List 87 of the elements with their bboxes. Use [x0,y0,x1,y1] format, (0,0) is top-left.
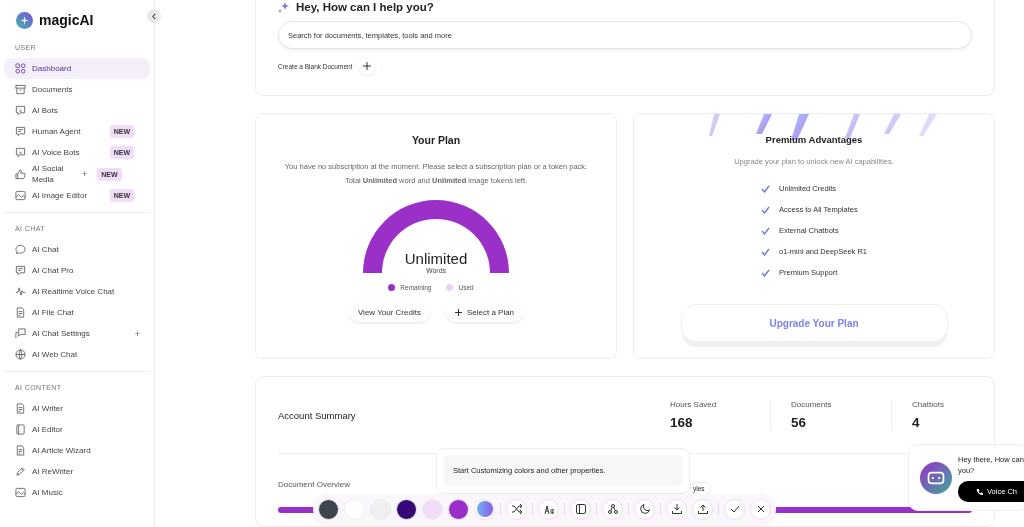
sidebar-item[interactable]: AI Writer [4,398,150,419]
plus-icon [454,309,462,316]
file-icon [15,445,26,456]
book-icon [15,424,26,435]
settings-icon [15,328,26,339]
font-icon [543,504,554,514]
message-icon [15,126,26,137]
sidebar-item[interactable]: Documents [4,79,150,100]
file-icon [15,403,26,414]
logo-icon [16,11,33,29]
check-icon [761,205,770,214]
check-icon [761,226,770,235]
hero-title: Hey, How can I help you? [296,1,434,13]
close-button[interactable] [750,498,771,520]
overview-title: Document Overview [278,480,351,489]
expand-toggle[interactable]: + [134,328,140,339]
check-icon [761,184,770,193]
color-swatch[interactable] [396,498,417,520]
nodes-button[interactable] [602,498,623,520]
gradient-button[interactable] [474,498,495,520]
sidebar-item[interactable]: AI Bots [4,100,150,121]
gradient-icon [476,501,493,517]
stat-value: 56 [791,415,808,430]
stat-label: Hours Saved [670,400,718,409]
sidebar-item[interactable]: AI Chat Pro [4,260,150,281]
collapse-button[interactable] [147,9,161,23]
bot-avatar-icon [920,461,952,494]
upload-icon [697,504,708,514]
chat-icon [15,244,26,255]
brand-name: magicAI [39,12,94,28]
color-swatch[interactable] [422,498,443,520]
check-button[interactable] [724,498,745,520]
message-icon [15,265,26,276]
sidebar-item[interactable]: AI Article Wizard [4,440,150,461]
sidebar-item[interactable]: AI Web Chat [4,344,150,365]
color-swatch[interactable] [448,498,469,520]
card-title: Premium Advantages [765,134,863,145]
moon-icon [639,504,650,514]
download-button[interactable] [666,498,687,520]
moon-button[interactable] [634,498,655,520]
stat-label: Chatbots [912,400,946,409]
image-icon [15,487,26,498]
bot-icon [15,147,26,158]
sidebar-item[interactable]: AI ReWriter [4,461,150,482]
stat-value: 4 [912,415,921,430]
check-icon [729,505,740,513]
gauge-value: Unlimited [404,250,468,267]
sidebar-icon [575,504,586,514]
sidebar-item[interactable]: AI File Chat [4,302,150,323]
nodes-icon [607,504,618,514]
shuffle-button[interactable] [506,498,527,520]
wave-icon [15,286,26,297]
sidebar-item[interactable]: AI Editor [4,419,150,440]
card-title: Your Plan [411,134,461,146]
color-swatch[interactable] [318,498,339,520]
globe-icon [15,349,26,360]
plan-button[interactable]: Select a Plan [445,303,524,322]
card-title: Account Summary [278,409,357,421]
plus-icon [363,62,372,70]
file-icon [15,307,26,318]
panel-button[interactable] [570,498,591,520]
chevron-left-icon [150,12,158,20]
sidebar-item[interactable]: Dashboard [4,58,150,79]
sidebar-item[interactable]: AI Realtime Voice Chat [4,281,150,302]
sidebar-item[interactable]: AI Chat [4,239,150,260]
sparkle-icon [278,1,290,13]
stat-value: 168 [670,415,694,430]
phone-icon [976,487,983,495]
check-icon [761,268,770,277]
add-button[interactable] [358,57,377,75]
thumb-icon [15,168,26,180]
close-icon [756,505,765,513]
check-icon [761,247,770,256]
stat-label: Documents [791,400,833,409]
download-icon [671,504,682,514]
bot-icon [15,105,26,116]
archive-icon [15,84,26,95]
grid-icon [15,63,26,74]
upload-button[interactable] [692,498,713,520]
image-icon [15,190,26,201]
sidebar-item[interactable]: AI Chat Settings + [4,323,150,344]
shuffle-icon [511,504,522,514]
expand-toggle[interactable]: + [82,169,88,179]
plan-button[interactable]: View Your Credits [348,303,430,322]
font-button[interactable] [538,498,559,520]
sidebar-item[interactable]: AI Music [4,482,150,503]
pen-icon [15,466,26,477]
